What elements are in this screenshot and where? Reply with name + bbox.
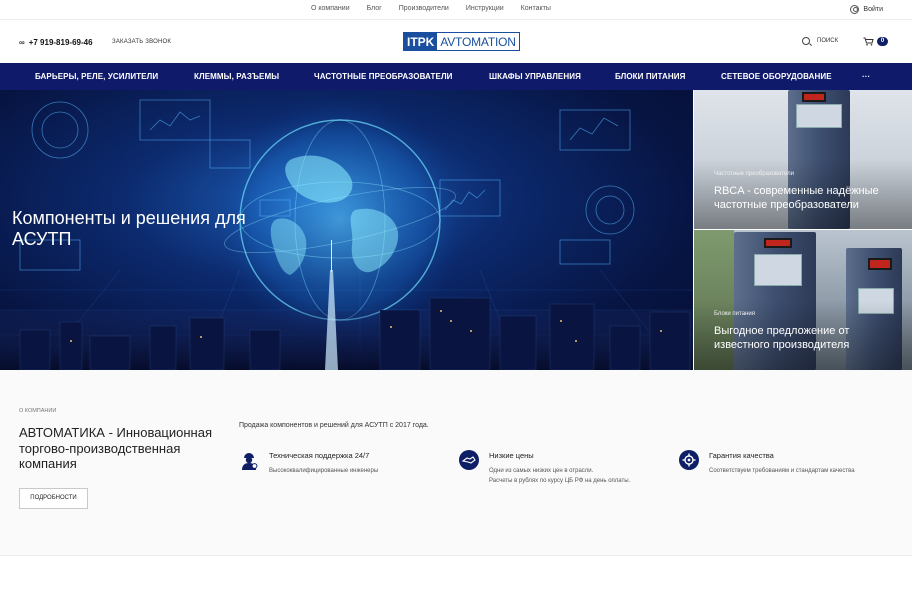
- phone-number[interactable]: ∞ +7 919-819-69-46: [19, 38, 93, 47]
- top-link-instructions[interactable]: Инструкции: [466, 5, 504, 12]
- hero-banner[interactable]: Компоненты и решения для АСУТП: [0, 90, 693, 370]
- nav-item-frequency-converters[interactable]: Частотные преобразователи: [314, 72, 453, 81]
- side-banner-category: Блоки питания: [714, 311, 755, 317]
- top-links: О компании Блог Производители Инструкции…: [311, 5, 551, 12]
- site-logo[interactable]: ITPK AVTOMATION: [403, 32, 520, 51]
- details-button[interactable]: Подробности: [19, 488, 88, 509]
- engineer-icon: [239, 450, 259, 470]
- side-banner-title: Выгодное предложение от известного произ…: [714, 325, 850, 351]
- side-banner-converters[interactable]: Частотные преобразователи RBCA - совреме…: [694, 90, 912, 229]
- nav-more-button[interactable]: ···: [862, 72, 870, 81]
- feature-desc: Расчеты в рублях по курсу ЦБ РФ на день …: [489, 478, 631, 484]
- user-icon: [850, 5, 860, 14]
- feature-title: Техническая поддержка 24/7: [269, 451, 370, 460]
- login-link[interactable]: Войти: [850, 5, 883, 14]
- feature-desc: Высококвалифицированные инженеры: [269, 468, 379, 474]
- search-label: Поиск: [817, 38, 839, 44]
- top-link-blog[interactable]: Блог: [367, 5, 382, 12]
- settings-icon: [679, 450, 699, 470]
- about-label: О компании: [19, 408, 57, 414]
- hero-title: Компоненты и решения для АСУТП: [12, 208, 246, 249]
- side-banner-power-supplies[interactable]: Блоки питания Выгодное предложение от из…: [694, 230, 912, 370]
- cart-button[interactable]: 0: [863, 37, 888, 46]
- feature-title: Гарантия качества: [709, 451, 774, 460]
- search-icon: [802, 37, 810, 45]
- side-banner-category: Частотные преобразователи: [714, 171, 794, 177]
- nav-item-barriers[interactable]: Барьеры, реле, усилители: [35, 72, 158, 81]
- logo-part-1: ITPK: [404, 33, 438, 50]
- nav-item-terminals[interactable]: Клеммы, разъемы: [194, 72, 279, 81]
- cart-icon: [863, 37, 874, 46]
- side-banner-title: RBCA - современные надёжные частотные пр…: [714, 185, 879, 211]
- feature-title: Низкие цены: [489, 451, 534, 460]
- about-section: О компании АВТОМАТИКА - Инновационная то…: [0, 370, 912, 556]
- phone-text: +7 919-819-69-46: [28, 38, 93, 47]
- logo-part-2: AVTOMATION: [440, 35, 516, 49]
- about-heading: АВТОМАТИКА - Инновационная торгово-произ…: [19, 425, 212, 471]
- top-link-manufacturers[interactable]: Производители: [399, 5, 449, 12]
- about-intro: Продажа компонентов и решений для АСУТП …: [239, 422, 429, 429]
- handshake-icon: [459, 450, 479, 470]
- feature-prices: Низкие цены Одни из самых низких цен в о…: [459, 450, 630, 486]
- feature-support: Техническая поддержка 24/7 Высококвалифи…: [239, 450, 378, 476]
- cart-count-badge: 0: [877, 37, 888, 46]
- search-button[interactable]: Поиск: [802, 37, 838, 45]
- nav-item-control-cabinets[interactable]: Шкафы управления: [489, 72, 581, 81]
- page-bottom-area: [0, 557, 912, 608]
- top-link-about[interactable]: О компании: [311, 5, 350, 12]
- callback-link[interactable]: Заказать звонок: [112, 39, 171, 45]
- top-link-contacts[interactable]: Контакты: [521, 5, 551, 12]
- phone-icon: ∞: [19, 38, 25, 47]
- main-navigation: Барьеры, реле, усилители Клеммы, разъемы…: [0, 63, 912, 90]
- nav-item-network-equipment[interactable]: Сетевое оборудование: [721, 72, 832, 81]
- feature-desc: Одни из самых низких цен в отрасли.: [489, 468, 594, 474]
- login-label: Войти: [863, 6, 883, 13]
- nav-item-power-supplies[interactable]: Блоки питания: [615, 72, 685, 81]
- feature-quality: Гарантия качества Соответствуем требован…: [679, 450, 855, 476]
- feature-desc: Соответствуем требованиям и стандартам к…: [709, 468, 855, 474]
- top-links-bar: О компании Блог Производители Инструкции…: [0, 0, 912, 20]
- site-header: ∞ +7 919-819-69-46 Заказать звонок ITPK …: [0, 21, 912, 63]
